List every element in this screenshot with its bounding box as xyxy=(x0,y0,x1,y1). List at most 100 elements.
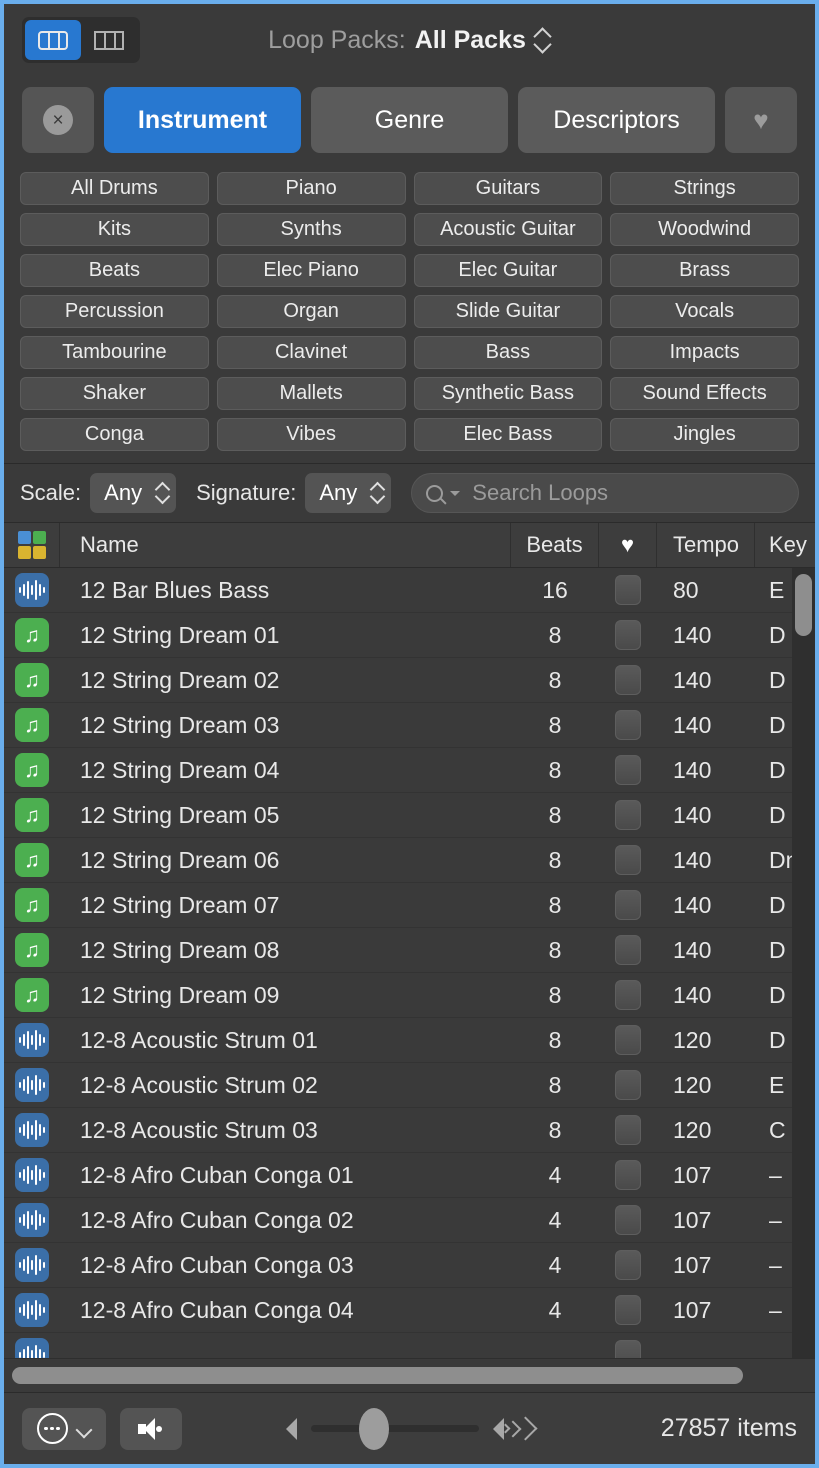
category-button[interactable]: Percussion xyxy=(20,295,209,328)
favorite-box[interactable] xyxy=(615,1160,641,1190)
tab-descriptors[interactable]: Descriptors xyxy=(518,87,715,153)
category-button[interactable]: All Drums xyxy=(20,172,209,205)
category-button[interactable]: Guitars xyxy=(414,172,603,205)
row-favorite-checkbox[interactable] xyxy=(599,1288,657,1332)
signature-select[interactable]: Any xyxy=(305,473,391,513)
category-button[interactable]: Bass xyxy=(414,336,603,369)
favorite-box[interactable] xyxy=(615,845,641,875)
row-favorite-checkbox[interactable] xyxy=(599,658,657,702)
row-favorite-checkbox[interactable] xyxy=(599,1243,657,1287)
table-row[interactable]: ♫12 String Dream 068140Dm xyxy=(4,838,815,883)
favorite-box[interactable] xyxy=(615,755,641,785)
table-row[interactable]: ♫12 String Dream 098140D xyxy=(4,973,815,1018)
category-button[interactable]: Piano xyxy=(217,172,406,205)
table-row[interactable]: ♫12 String Dream 018140D xyxy=(4,613,815,658)
table-row[interactable]: 12 Bar Blues Bass1680E xyxy=(4,568,815,613)
favorite-box[interactable] xyxy=(615,1205,641,1235)
row-favorite-checkbox[interactable] xyxy=(599,1018,657,1062)
favorites-filter-button[interactable]: ♥ xyxy=(725,87,797,153)
category-button[interactable]: Vocals xyxy=(610,295,799,328)
favorite-box[interactable] xyxy=(615,620,641,650)
category-button[interactable]: Shaker xyxy=(20,377,209,410)
table-row[interactable]: 12-8 Acoustic Strum 028120E xyxy=(4,1063,815,1108)
category-button[interactable]: Acoustic Guitar xyxy=(414,213,603,246)
category-button[interactable]: Synthetic Bass xyxy=(414,377,603,410)
table-row[interactable]: 12-8 Afro Cuban Conga 034107– xyxy=(4,1243,815,1288)
category-button[interactable]: Elec Piano xyxy=(217,254,406,287)
row-favorite-checkbox[interactable] xyxy=(599,883,657,927)
row-favorite-checkbox[interactable] xyxy=(599,613,657,657)
column-header-key[interactable]: Key xyxy=(755,523,815,567)
row-favorite-checkbox[interactable] xyxy=(599,838,657,882)
table-row[interactable]: 12-8 Acoustic Strum 018120D xyxy=(4,1018,815,1063)
tab-genre[interactable]: Genre xyxy=(311,87,508,153)
favorite-box[interactable] xyxy=(615,1295,641,1325)
loop-packs-value[interactable]: All Packs xyxy=(415,26,526,55)
category-button[interactable]: Mallets xyxy=(217,377,406,410)
favorite-box[interactable] xyxy=(615,980,641,1010)
favorite-box[interactable] xyxy=(615,1070,641,1100)
category-button[interactable]: Elec Bass xyxy=(414,418,603,451)
table-row[interactable]: ♫12 String Dream 028140D xyxy=(4,658,815,703)
row-favorite-checkbox[interactable] xyxy=(599,1198,657,1242)
favorite-box[interactable] xyxy=(615,710,641,740)
category-button[interactable]: Slide Guitar xyxy=(414,295,603,328)
view-mode-grid-button[interactable] xyxy=(25,20,81,60)
category-button[interactable]: Tambourine xyxy=(20,336,209,369)
scale-select[interactable]: Any xyxy=(90,473,176,513)
category-button[interactable]: Impacts xyxy=(610,336,799,369)
chevron-updown-icon[interactable] xyxy=(535,25,551,55)
favorite-box[interactable] xyxy=(615,1115,641,1145)
category-button[interactable]: Elec Guitar xyxy=(414,254,603,287)
row-favorite-checkbox[interactable] xyxy=(599,1063,657,1107)
row-favorite-checkbox[interactable] xyxy=(599,568,657,612)
row-favorite-checkbox[interactable] xyxy=(599,973,657,1017)
favorite-box[interactable] xyxy=(615,1340,641,1358)
volume-slider[interactable] xyxy=(311,1425,479,1432)
mute-button[interactable] xyxy=(120,1408,182,1450)
category-button[interactable]: Conga xyxy=(20,418,209,451)
favorite-box[interactable] xyxy=(615,665,641,695)
table-row[interactable]: ♫12 String Dream 048140D xyxy=(4,748,815,793)
row-favorite-checkbox[interactable] xyxy=(599,793,657,837)
category-button[interactable]: Jingles xyxy=(610,418,799,451)
search-loops-field[interactable]: Search Loops xyxy=(411,473,799,513)
category-button[interactable]: Clavinet xyxy=(217,336,406,369)
category-button[interactable]: Vibes xyxy=(217,418,406,451)
column-header-beats[interactable]: Beats xyxy=(511,523,599,567)
row-favorite-checkbox[interactable] xyxy=(599,1108,657,1152)
view-mode-toggle[interactable] xyxy=(22,17,140,63)
column-header-name[interactable]: Name xyxy=(60,523,511,567)
category-button[interactable]: Kits xyxy=(20,213,209,246)
table-row[interactable] xyxy=(4,1333,815,1358)
chevron-down-icon[interactable] xyxy=(450,491,460,496)
category-button[interactable]: Beats xyxy=(20,254,209,287)
horizontal-scrollbar-thumb[interactable] xyxy=(12,1367,743,1384)
horizontal-scrollbar-track[interactable] xyxy=(4,1358,815,1392)
table-row[interactable]: ♫12 String Dream 038140D xyxy=(4,703,815,748)
table-row[interactable]: ♫12 String Dream 058140D xyxy=(4,793,815,838)
favorite-box[interactable] xyxy=(615,1250,641,1280)
category-button[interactable]: Synths xyxy=(217,213,406,246)
row-favorite-checkbox[interactable] xyxy=(599,1333,657,1358)
favorite-box[interactable] xyxy=(615,935,641,965)
category-button[interactable]: Sound Effects xyxy=(610,377,799,410)
category-button[interactable]: Brass xyxy=(610,254,799,287)
vertical-scrollbar-track[interactable] xyxy=(792,568,815,1358)
action-menu-button[interactable] xyxy=(22,1408,106,1450)
clear-filters-button[interactable]: × xyxy=(22,87,94,153)
row-favorite-checkbox[interactable] xyxy=(599,703,657,747)
row-favorite-checkbox[interactable] xyxy=(599,748,657,792)
favorite-box[interactable] xyxy=(615,575,641,605)
table-row[interactable]: ♫12 String Dream 078140D xyxy=(4,883,815,928)
table-row[interactable]: 12-8 Afro Cuban Conga 044107– xyxy=(4,1288,815,1333)
favorite-box[interactable] xyxy=(615,800,641,830)
category-button[interactable]: Strings xyxy=(610,172,799,205)
table-row[interactable]: 12-8 Afro Cuban Conga 024107– xyxy=(4,1198,815,1243)
column-header-icon[interactable] xyxy=(4,523,60,567)
category-button[interactable]: Organ xyxy=(217,295,406,328)
column-header-favorite[interactable]: ♥ xyxy=(599,523,657,567)
tab-instrument[interactable]: Instrument xyxy=(104,87,301,153)
row-favorite-checkbox[interactable] xyxy=(599,1153,657,1197)
vertical-scrollbar-thumb[interactable] xyxy=(795,574,812,636)
